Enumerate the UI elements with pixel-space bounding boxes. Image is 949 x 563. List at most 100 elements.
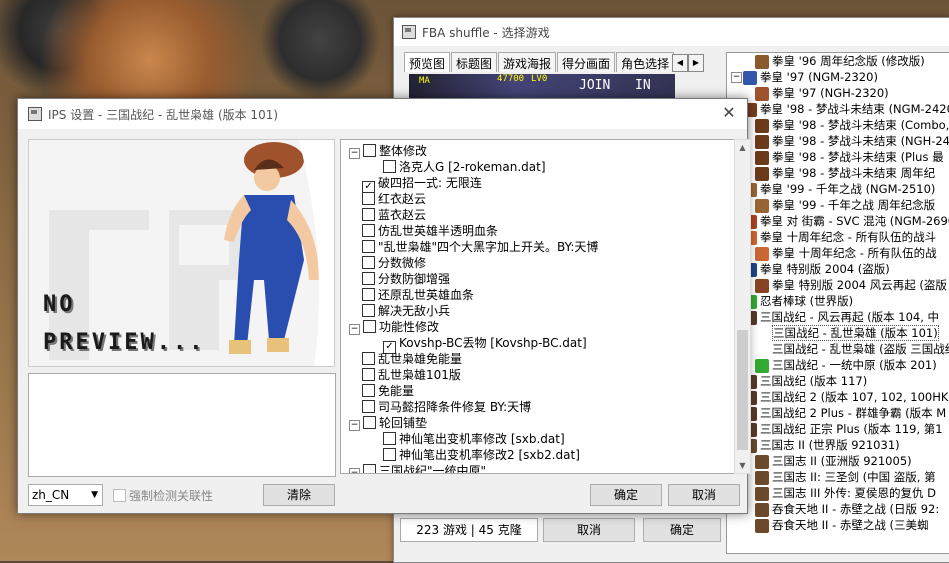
close-icon[interactable]: ✕ (719, 103, 739, 123)
game-list-item[interactable]: 拳皇 '98 - 梦战斗未结束 (Plus 最 (727, 149, 949, 165)
main-ok-button[interactable]: 确定 (643, 518, 721, 542)
game-list-item[interactable]: 三国志 II (亚洲版 921005) (727, 453, 949, 469)
scroll-thumb[interactable] (737, 330, 748, 450)
unchecked-box[interactable] (362, 304, 375, 317)
patch-tree[interactable]: − 整体修改 洛克人G [2-rokeman.dat] ✓ 破四招一式: 无限连 红衣赵云… (340, 139, 736, 474)
unchecked-box[interactable] (362, 256, 375, 269)
patch-item[interactable]: 免能量 (349, 383, 414, 399)
patch-item[interactable]: 乱世枭雄101版 (349, 367, 461, 383)
unchecked-box[interactable] (363, 464, 376, 473)
patch-item[interactable]: − 整体修改 (349, 143, 427, 159)
game-list-item[interactable]: 三国战纪 2 Plus - 群雄争霸 (版本 M (727, 405, 949, 421)
game-list-item[interactable]: 拳皇 '98 - 梦战斗未结束 周年纪 (727, 165, 949, 181)
game-select-titlebar[interactable]: FBA shuffle - 选择游戏 (394, 18, 949, 46)
collapse-icon[interactable]: − (731, 72, 742, 83)
game-list-item[interactable]: 三国志 II: 三圣剑 (中国 盗版, 第 (727, 469, 949, 485)
patch-item[interactable]: 分数防御增强 (349, 271, 450, 287)
game-list-item[interactable]: 拳皇 特别版 2004 风云再起 (盗版 (727, 277, 949, 293)
patch-item[interactable]: − 三国战纪"一统中原" (349, 463, 486, 473)
game-list-item[interactable]: 拳皇 '99 - 千年之战 (NGM-2510) (727, 181, 949, 197)
ips-ok-button[interactable]: 确定 (590, 484, 662, 506)
unchecked-box[interactable] (362, 400, 375, 413)
game-list-item[interactable]: 拳皇 对 街霸 - SVC 混沌 (NGM-2690 (727, 213, 949, 229)
collapse-icon[interactable]: − (349, 148, 360, 159)
game-list-item[interactable]: 三国战纪 正宗 Plus (版本 119, 第1 (727, 421, 949, 437)
game-list-item[interactable]: 拳皇 '97 (NGH-2320) (727, 85, 949, 101)
game-list-item[interactable]: 拳皇 '98 - 梦战斗未结束 (NGM-2420 (727, 101, 949, 117)
scroll-down-icon[interactable]: ▼ (735, 458, 750, 473)
game-list-item[interactable]: 拳皇 '99 - 千年之战 周年纪念版 (727, 197, 949, 213)
game-list-item[interactable]: 三国战纪 - 乱世枭雄 (版本 101) (727, 325, 949, 341)
patch-item[interactable]: ✓ Kovshp-BC丢物 [Kovshp-BC.dat] (383, 335, 587, 354)
collapse-icon[interactable]: − (349, 420, 360, 431)
game-list-item[interactable]: 拳皇 十周年纪念 - 所有队伍的战 (727, 245, 949, 261)
game-list-item[interactable]: 三国战纪 - 一统中原 (版本 201) (727, 357, 949, 373)
unchecked-box[interactable] (383, 448, 396, 461)
patch-item[interactable]: 乱世枭雄免能量 (349, 351, 462, 367)
patch-item[interactable]: 仿乱世英雄半透明血条 (349, 223, 498, 239)
patch-item[interactable]: 司马懿招降条件修复 BY:天博 (349, 399, 531, 415)
game-list-item[interactable]: 拳皇 特别版 2004 (盗版) (727, 261, 949, 277)
game-list-item[interactable]: 三国战纪 - 风云再起 (版本 104, 中 (727, 309, 949, 325)
tab-preview[interactable]: 预览图 (404, 52, 451, 72)
game-list-item[interactable]: 三国志 III 外传: 夏侯恩的复仇 D (727, 485, 949, 501)
unchecked-box[interactable] (363, 416, 376, 429)
game-list-item[interactable]: 三国战纪 (版本 117) (727, 373, 949, 389)
patch-item[interactable]: ✓ 破四招一式: 无限连 (349, 175, 482, 194)
tab-poster[interactable]: 游戏海报 (498, 52, 557, 72)
language-select[interactable]: zh_CN ▼ (28, 484, 103, 506)
unchecked-box[interactable] (362, 272, 375, 285)
unchecked-box[interactable] (362, 240, 375, 253)
unchecked-box[interactable] (362, 384, 375, 397)
patch-item[interactable]: 还原乱世英雄血条 (349, 287, 474, 303)
patch-item[interactable]: 蓝衣赵云 (349, 207, 426, 223)
ips-titlebar[interactable]: IPS 设置 - 三国战纪 - 乱世枭雄 (版本 101) (18, 99, 747, 129)
unchecked-box[interactable] (362, 368, 375, 381)
tab-character[interactable]: 角色选择 (616, 52, 675, 72)
tree-scrollbar[interactable]: ▲ ▼ (734, 139, 751, 474)
game-list-item[interactable]: 吞食天地 II - 赤壁之战 (三美蜘 (727, 517, 949, 533)
game-list[interactable]: 拳皇 '96 周年纪念版 (修改版) − 拳皇 '97 (NGM-2320) 拳皇 '… (726, 52, 949, 554)
patch-item[interactable]: "乱世枭雄"四个大黑字加上开关。BY:天博 (349, 239, 598, 255)
tab-right-arrow-icon[interactable]: ▶ (688, 54, 704, 72)
unchecked-box[interactable] (362, 208, 375, 221)
collapse-icon[interactable]: − (349, 324, 360, 335)
patch-item[interactable]: 洛克人G [2-rokeman.dat] (383, 159, 546, 175)
unchecked-box[interactable] (362, 288, 375, 301)
game-list-item[interactable]: 拳皇 '98 - 梦战斗未结束 (NGH-24 (727, 133, 949, 149)
chevron-down-icon: ▼ (91, 490, 98, 500)
unchecked-box[interactable] (362, 352, 375, 365)
unchecked-box[interactable] (383, 432, 396, 445)
clear-button[interactable]: 清除 (263, 484, 335, 506)
unchecked-box[interactable] (383, 160, 396, 173)
game-list-item[interactable]: 拳皇 '98 - 梦战斗未结束 (Combo, (727, 117, 949, 133)
tab-score[interactable]: 得分画面 (557, 52, 616, 72)
patch-item[interactable]: 神仙笔出变机率修改2 [sxb2.dat] (383, 447, 580, 463)
collapse-icon[interactable]: − (349, 468, 360, 473)
game-list-item[interactable]: 三国战纪 - 乱世枭雄 (盗版 三国战纪 - 乱世 (727, 341, 949, 357)
game-list-item[interactable]: 拳皇 十周年纪念 - 所有队伍的战斗 (727, 229, 949, 245)
patch-item[interactable]: 分数微修 (349, 255, 426, 271)
game-list-item[interactable]: 忍者棒球 (世界版) (727, 293, 949, 309)
tab-title[interactable]: 标题图 (451, 52, 498, 72)
game-list-item[interactable]: 三国战纪 2 (版本 107, 102, 100HK) (727, 389, 949, 405)
unchecked-box[interactable] (363, 144, 376, 157)
patch-item[interactable]: 红衣赵云 (349, 191, 426, 207)
force-check-checkbox[interactable]: 强制检测关联性 (113, 487, 213, 504)
unchecked-box[interactable] (362, 224, 375, 237)
patch-item[interactable]: 解决无敌小兵 (349, 303, 450, 319)
game-list-item[interactable]: 拳皇 '96 周年纪念版 (修改版) (727, 53, 949, 69)
unchecked-box[interactable] (362, 192, 375, 205)
game-list-item[interactable]: − 拳皇 '97 (NGM-2320) (727, 69, 949, 85)
scroll-up-icon[interactable]: ▲ (735, 140, 750, 155)
tab-left-arrow-icon[interactable]: ◀ (672, 54, 688, 72)
patch-item[interactable]: − 轮回铺垫 (349, 415, 427, 431)
ips-cancel-button[interactable]: 取消 (668, 484, 740, 506)
unchecked-box[interactable] (363, 320, 376, 333)
main-cancel-button[interactable]: 取消 (543, 518, 635, 542)
game-list-item[interactable]: 吞食天地 II - 赤壁之战 (日版 92: (727, 501, 949, 517)
force-check-box[interactable] (113, 489, 126, 502)
game-list-item[interactable]: 三国志 II (世界版 921031) (727, 437, 949, 453)
patch-item[interactable]: − 功能性修改 (349, 319, 439, 335)
patch-item[interactable]: 神仙笔出变机率修改 [sxb.dat] (383, 431, 565, 447)
